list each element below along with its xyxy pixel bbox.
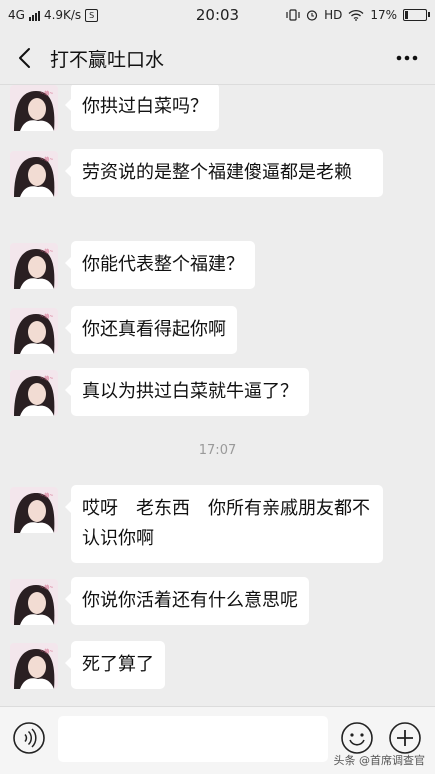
message-list[interactable]: ~萌~ 你拱过白菜吗？ ~萌~ 劳资说的是整个福建傻逼都是老赖 ~萌~ 你能代表…: [0, 85, 435, 705]
status-bar: 4G 4.9K/s S 20:03 HD 17%: [0, 0, 435, 32]
svg-text:~萌~: ~萌~: [40, 584, 53, 591]
message-timestamp: 17:07: [198, 443, 237, 458]
more-options-icon[interactable]: [393, 44, 421, 72]
message-bubble[interactable]: 你还真看得起你啊: [65, 306, 237, 354]
message-bubble[interactable]: 哎呀 老东西 你所有亲戚朋友都不认识你啊: [65, 485, 383, 563]
battery-percent: 17%: [370, 8, 397, 22]
message-bubble[interactable]: 你能代表整个福建？: [65, 241, 255, 289]
contact-avatar[interactable]: ~萌~: [10, 370, 58, 416]
back-arrow-icon[interactable]: [12, 44, 40, 72]
vibrate-icon: [286, 9, 300, 21]
battery-icon: [403, 9, 430, 21]
svg-text:~萌~: ~萌~: [40, 313, 53, 320]
emoji-icon[interactable]: [340, 721, 374, 755]
message-input[interactable]: [58, 716, 328, 762]
wifi-icon: [348, 9, 364, 21]
message-bubble[interactable]: 你拱过白菜吗？: [65, 85, 219, 131]
svg-text:~萌~: ~萌~: [40, 492, 53, 499]
status-right: HD 17%: [286, 8, 430, 22]
contact-avatar[interactable]: ~萌~: [10, 487, 58, 533]
alarm-icon: [306, 10, 318, 21]
svg-text:~萌~: ~萌~: [40, 648, 53, 655]
svg-text:~萌~: ~萌~: [40, 375, 53, 382]
message-bubble[interactable]: 劳资说的是整个福建傻逼都是老赖: [65, 149, 383, 197]
message-bubble[interactable]: 你说你活着还有什么意思呢: [65, 577, 309, 625]
contact-avatar[interactable]: ~萌~: [10, 579, 58, 625]
voice-input-icon[interactable]: [12, 721, 46, 755]
svg-text:~萌~: ~萌~: [40, 90, 53, 97]
svg-text:~萌~: ~萌~: [40, 248, 53, 255]
svg-text:~萌~: ~萌~: [40, 156, 53, 163]
message-bubble[interactable]: 死了算了: [65, 641, 165, 689]
chat-header: 打不赢吐口水: [0, 32, 435, 85]
contact-avatar[interactable]: ~萌~: [10, 151, 58, 197]
add-more-icon[interactable]: [388, 721, 422, 755]
contact-avatar[interactable]: ~萌~: [10, 308, 58, 354]
contact-avatar[interactable]: ~萌~: [10, 85, 58, 131]
input-bar: 头条 @首席调查官: [0, 706, 435, 774]
message-bubble[interactable]: 真以为拱过白菜就牛逼了？: [65, 368, 309, 416]
contact-avatar[interactable]: ~萌~: [10, 643, 58, 689]
contact-avatar[interactable]: ~萌~: [10, 243, 58, 289]
chat-title: 打不赢吐口水: [50, 49, 165, 71]
watermark: 头条 @首席调查官: [333, 754, 426, 767]
hd-label: HD: [324, 8, 343, 22]
